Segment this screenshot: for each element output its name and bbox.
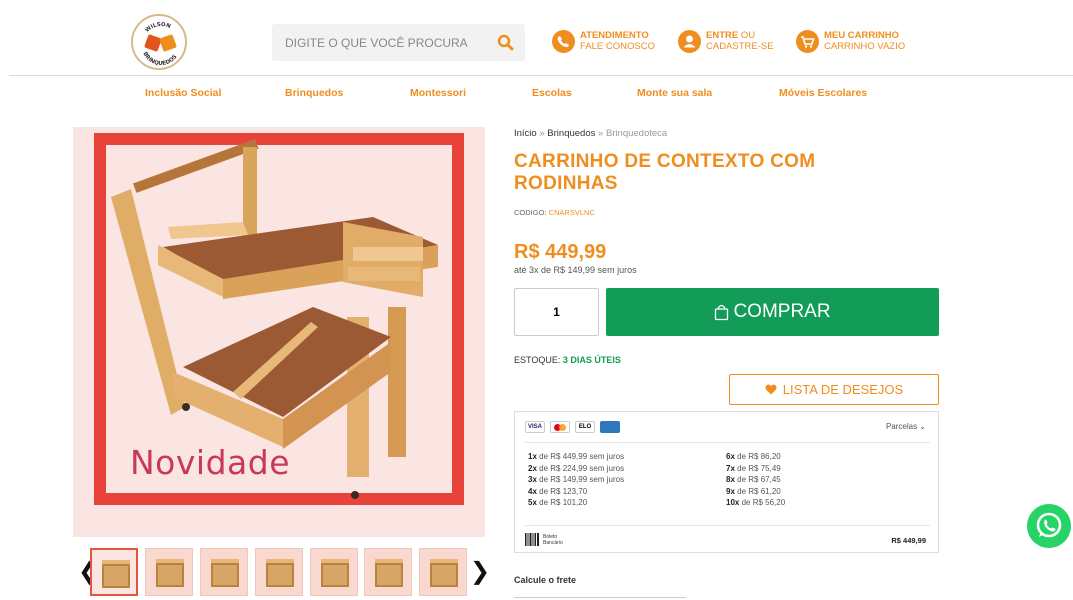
product-code-label: CODIGO: — [514, 208, 549, 217]
product-main-image[interactable]: Novidade — [73, 127, 485, 537]
installment-row: 8x de R$ 67,45 — [726, 475, 781, 484]
thumbnail-3[interactable] — [200, 548, 248, 596]
search-bar — [272, 24, 525, 61]
shopping-bag-icon — [715, 304, 729, 320]
account-link[interactable]: ENTRE OU CADASTRE-SE — [678, 26, 774, 56]
buy-button-label: COMPRAR — [733, 301, 831, 322]
user-icon — [678, 29, 701, 53]
or-label: OU — [738, 30, 756, 41]
installment-row: 1x de R$ 449,99 sem juros — [528, 452, 625, 461]
boleto-option: Boleto Bancário — [525, 533, 567, 546]
product-price: R$ 449,99 — [514, 241, 607, 263]
thumbnail-1[interactable] — [90, 548, 138, 596]
installment-row: 9x de R$ 61,20 — [726, 486, 781, 496]
card-brands: VISA ELO — [525, 421, 620, 433]
cart-icon — [796, 29, 819, 53]
service-title: ATENDIMENTO — [580, 30, 649, 41]
thumbnail-6[interactable] — [364, 548, 412, 596]
amex-card-icon — [600, 421, 620, 433]
whatsapp-icon — [1036, 512, 1062, 538]
stock-label: ESTOQUE: — [514, 355, 563, 365]
customer-service-link[interactable]: ATENDIMENTO FALE CONOSCO — [552, 26, 655, 56]
nav-item-escolas[interactable]: Escolas — [532, 87, 572, 99]
nav-item-inclusao-social[interactable]: Inclusão Social — [145, 87, 221, 99]
breadcrumb-category[interactable]: Brinquedos — [547, 128, 595, 139]
installments-text: até 3x de R$ 149,99 sem juros — [514, 265, 637, 275]
breadcrumb-separator: » — [539, 128, 545, 139]
boleto-price: R$ 449,99 — [891, 536, 926, 545]
svg-text:BRINQUEDOS: BRINQUEDOS — [141, 51, 178, 67]
header-divider — [9, 75, 1073, 76]
signup-label: CADASTRE-SE — [706, 41, 774, 52]
installment-row: 10x de R$ 56,20 — [726, 498, 786, 507]
search-input[interactable] — [272, 24, 487, 61]
whatsapp-button[interactable] — [1027, 504, 1071, 548]
boleto-label-2: Bancário — [543, 539, 563, 546]
quantity-input[interactable] — [514, 288, 599, 336]
store-logo[interactable]: WILSON BRINQUEDOS — [131, 14, 187, 70]
search-icon[interactable] — [497, 34, 514, 51]
nav-item-monte-sua-sala[interactable]: Monte sua sala — [637, 87, 712, 99]
installment-row: 5x de R$ 101,20 — [528, 498, 588, 507]
new-badge: Novidade — [130, 443, 290, 482]
main-navigation: Inclusão Social Brinquedos Montessori Es… — [0, 87, 1073, 101]
installments-column-right: 6x de R$ 86,20 7x de R$ 75,49 8x de R$ 6… — [726, 451, 785, 509]
product-code-value: CNARSVLNC — [548, 208, 595, 217]
product-code: CODIGO: CNARSVLNC — [514, 208, 595, 217]
product-page: WILSON BRINQUEDOS ATENDIMENTO FALE CONOS… — [0, 0, 1073, 600]
nav-item-brinquedos[interactable]: Brinquedos — [285, 87, 343, 99]
thumbnail-next-arrow[interactable]: ❯ — [470, 560, 490, 584]
stock-info: ESTOQUE: 3 DIAS ÚTEIS — [514, 355, 621, 365]
cart-link[interactable]: MEU CARRINHO CARRINHO VAZIO — [796, 26, 905, 56]
svg-text:WILSON: WILSON — [144, 22, 171, 34]
cart-title: MEU CARRINHO — [824, 30, 899, 41]
installment-row: 4x de R$ 123,70 — [528, 486, 588, 496]
mastercard-icon — [550, 421, 570, 433]
payment-options: VISA ELO Parcelas ⌄ 1x de R$ 449,99 sem … — [514, 411, 939, 553]
breadcrumb-separator: » — [598, 128, 604, 139]
cart-status: CARRINHO VAZIO — [824, 41, 906, 52]
breadcrumb-current: Brinquedoteca — [605, 128, 668, 139]
installments-dropdown[interactable]: Parcelas ⌄ — [886, 422, 926, 431]
elo-card-icon: ELO — [575, 421, 595, 433]
thumbnail-7[interactable] — [419, 548, 467, 596]
installments-column-left: 1x de R$ 449,99 sem juros 2x de R$ 224,9… — [528, 451, 624, 509]
breadcrumb-home[interactable]: Início — [514, 128, 537, 139]
thumbnail-4[interactable] — [255, 548, 303, 596]
payment-divider — [525, 442, 930, 443]
thumbnail-5[interactable] — [310, 548, 358, 596]
visa-card-icon: VISA — [525, 421, 545, 433]
phone-icon — [552, 29, 575, 53]
installment-row: 6x de R$ 86,20 — [726, 452, 781, 461]
breadcrumb: Início » Brinquedos » Brinquedoteca — [514, 128, 667, 139]
installment-row: 2x de R$ 224,99 sem juros — [528, 463, 625, 473]
thumbnail-2[interactable] — [145, 548, 193, 596]
installments-dropdown-label: Parcelas — [885, 422, 918, 431]
installment-row: 3x de R$ 149,99 sem juros — [528, 475, 625, 484]
nav-item-moveis-escolares[interactable]: Móveis Escolares — [779, 87, 867, 99]
login-label: ENTRE — [706, 30, 739, 41]
stock-value: 3 DIAS ÚTEIS — [562, 355, 621, 365]
service-subtitle: FALE CONOSCO — [580, 41, 655, 52]
nav-item-montessori[interactable]: Montessori — [410, 87, 466, 99]
product-title: CARRINHO DE CONTEXTO COM RODINHAS — [514, 151, 816, 194]
heart-icon — [765, 384, 777, 395]
wishlist-label: LISTA DE DESEJOS — [782, 382, 904, 397]
payment-divider — [525, 525, 930, 526]
shipping-label: Calcule o frete — [514, 575, 577, 585]
buy-button[interactable]: COMPRAR — [606, 288, 939, 336]
wishlist-button[interactable]: LISTA DE DESEJOS — [729, 374, 939, 405]
chevron-down-icon: ⌄ — [919, 422, 926, 431]
installment-row: 7x de R$ 75,49 — [726, 463, 781, 473]
barcode-icon — [525, 533, 539, 546]
